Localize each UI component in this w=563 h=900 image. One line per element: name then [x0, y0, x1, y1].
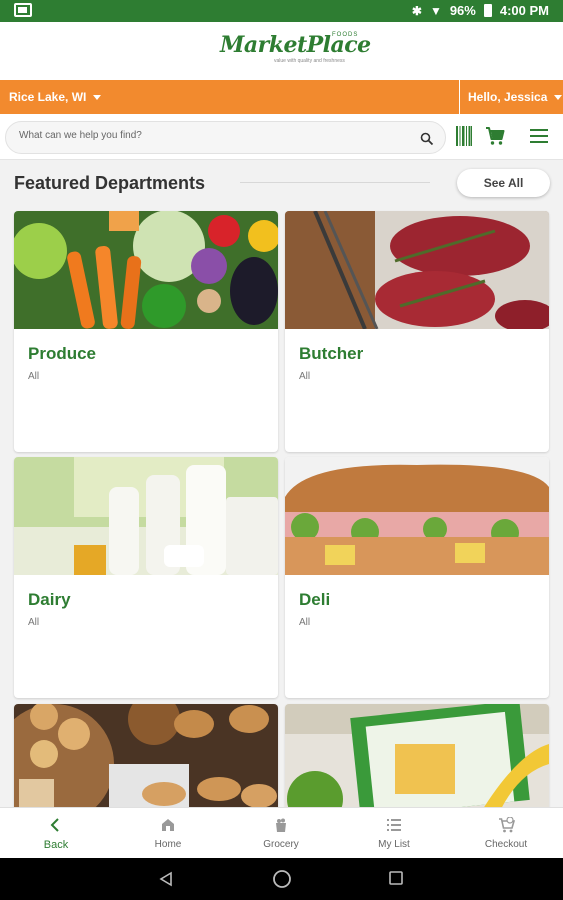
department-subcategory: All [299, 617, 311, 628]
department-subcategory: All [28, 617, 40, 628]
search-input[interactable] [19, 130, 399, 141]
app-header: MarketPlace FOODS value with quality and… [0, 22, 563, 80]
department-name: Produce [28, 344, 97, 363]
bottom-navigation: Back Home Grocery My List Checkout [0, 807, 563, 858]
nav-my-list[interactable]: My List [338, 808, 450, 859]
wifi-icon: ▼ [429, 3, 442, 18]
nav-label: Grocery [263, 839, 299, 850]
produce-image [14, 211, 278, 329]
system-recents-icon[interactable] [389, 871, 403, 885]
department-card-dairy[interactable]: Dairy All [14, 457, 278, 698]
cart-checkout-icon [499, 817, 516, 833]
nav-home[interactable]: Home [112, 808, 224, 859]
greeting: Hello, Jessica [468, 90, 548, 104]
nav-back[interactable]: Back [0, 808, 112, 859]
logo-foods: FOODS [332, 32, 359, 38]
see-all-button[interactable]: See All [457, 169, 550, 197]
status-bar: ✱ ▼ 96% 4:00 PM [0, 0, 563, 22]
deli-image [285, 457, 549, 575]
location-bar: Rice Lake, WI Hello, Jessica [0, 80, 563, 114]
nav-label: Back [43, 839, 69, 851]
section-title: Featured Departments [14, 173, 206, 193]
nav-label: Checkout [484, 839, 528, 850]
department-subcategory: All [28, 371, 40, 382]
marketplace-logo[interactable]: MarketPlace FOODS value with quality and… [220, 30, 371, 70]
department-subcategory: All [299, 371, 311, 382]
bakery-image [14, 704, 278, 822]
featured-departments-header: Featured Departments See All [0, 160, 563, 204]
search-box [5, 121, 446, 154]
department-card-produce[interactable]: Produce All [14, 211, 278, 452]
grocery-image [285, 704, 549, 822]
notification-icon [14, 3, 32, 17]
clock: 4:00 PM [499, 3, 549, 18]
grocery-bag-icon [276, 818, 286, 832]
chevron-down-icon [554, 94, 563, 100]
divider [240, 182, 430, 183]
bluetooth-icon: ✱ [411, 3, 422, 18]
account-menu[interactable]: Hello, Jessica [459, 80, 563, 114]
search-row [0, 114, 563, 160]
nav-grocery[interactable]: Grocery [225, 808, 337, 859]
store-location: Rice Lake, WI [9, 90, 87, 104]
nav-label: My List [378, 839, 410, 850]
logo-tagline: value with quality and freshness [274, 58, 345, 64]
battery-icon [483, 4, 492, 17]
department-card-deli[interactable]: Deli All [285, 457, 549, 698]
system-navigation-bar [0, 858, 563, 900]
chevron-down-icon [93, 94, 102, 100]
department-name: Butcher [299, 344, 364, 363]
system-home-icon[interactable] [272, 869, 292, 889]
list-icon [387, 819, 401, 831]
system-back-icon[interactable] [158, 871, 174, 887]
home-icon [162, 819, 174, 831]
department-name: Dairy [28, 590, 71, 609]
battery-percent: 96% [449, 3, 476, 18]
department-card-butcher[interactable]: Butcher All [285, 211, 549, 452]
store-selector[interactable]: Rice Lake, WI [9, 90, 102, 104]
nav-checkout[interactable]: Checkout [450, 808, 562, 859]
hamburger-menu-icon[interactable] [530, 128, 548, 144]
search-icon[interactable] [420, 132, 434, 146]
nav-label: Home [154, 839, 182, 850]
department-name: Deli [299, 590, 331, 609]
dairy-image [14, 457, 278, 575]
butcher-image [285, 211, 549, 329]
cart-icon[interactable] [485, 126, 505, 146]
barcode-scanner-icon[interactable] [456, 126, 472, 146]
back-chevron-icon [50, 818, 59, 832]
